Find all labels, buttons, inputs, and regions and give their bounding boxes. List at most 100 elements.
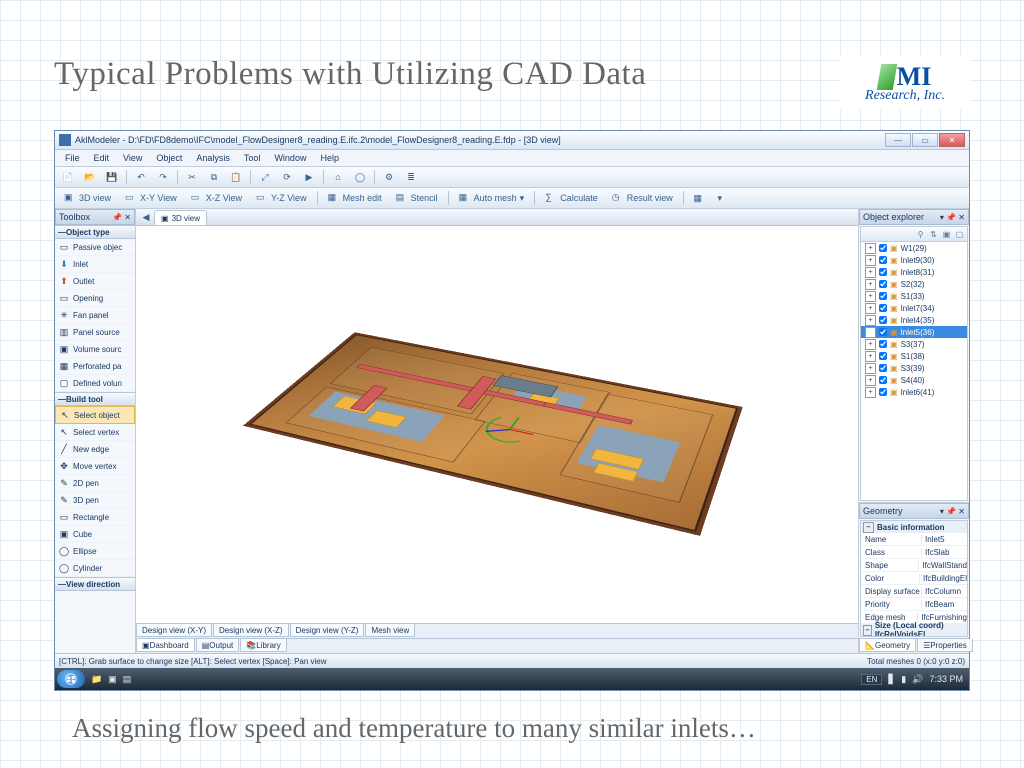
tool-defined-volume[interactable]: ▢Defined volun <box>55 375 135 392</box>
expand-icon[interactable]: + <box>865 339 876 350</box>
tree-visibility-checkbox[interactable] <box>879 280 887 288</box>
object-tree[interactable]: ⚲ ⇅ ▣ ▢ +▣W1(29)+▣Inlet9(30)+▣Inlet8(31)… <box>860 226 968 501</box>
bottom-tab-xz[interactable]: Design view (X-Z) <box>213 624 289 637</box>
menu-object[interactable]: Object <box>150 152 188 164</box>
tray-language[interactable]: EN <box>861 674 882 685</box>
expand-icon[interactable]: + <box>865 303 876 314</box>
tree-visibility-checkbox[interactable] <box>879 352 887 360</box>
view-tab-3d[interactable]: ▣3D view <box>154 210 207 225</box>
tree-node[interactable]: +▣S4(40) <box>861 374 967 386</box>
tool-new-edge[interactable]: ╱New edge <box>55 441 135 458</box>
tree-visibility-checkbox[interactable] <box>879 292 887 300</box>
stencil-button[interactable]: ▤Stencil <box>390 189 444 207</box>
expand-icon[interactable]: + <box>865 315 876 326</box>
close-button[interactable]: ✕ <box>939 133 965 147</box>
tree-node[interactable]: +▣Inlet6(41) <box>861 386 967 398</box>
expand-icon[interactable]: + <box>865 291 876 302</box>
tree-node[interactable]: +▣Inlet7(34) <box>861 302 967 314</box>
dock-tab-dashboard[interactable]: ▣ Dashboard <box>136 639 195 652</box>
tree-collapse-icon[interactable]: ▣ <box>941 229 952 240</box>
orbit-icon[interactable]: ◯ <box>350 168 370 186</box>
menu-edit[interactable]: Edit <box>88 152 116 164</box>
3d-canvas[interactable] <box>136 226 858 623</box>
property-value[interactable]: IfcWallStand <box>918 561 967 570</box>
tree-node[interactable]: +▣Inlet4(35) <box>861 314 967 326</box>
tree-visibility-checkbox[interactable] <box>879 388 887 396</box>
tool-perforated-panel[interactable]: ▦Perforated pa <box>55 358 135 375</box>
settings-icon[interactable]: ⚙ <box>379 168 399 186</box>
tray-network-icon[interactable]: ▮ <box>901 674 906 685</box>
tool-ellipse[interactable]: ◯Ellipse <box>55 543 135 560</box>
tree-expand-icon[interactable]: ▢ <box>954 229 965 240</box>
tree-visibility-checkbox[interactable] <box>879 328 887 336</box>
maximize-button[interactable]: ▭ <box>912 133 938 147</box>
expand-icon[interactable]: + <box>865 363 876 374</box>
expand-icon[interactable]: + <box>865 279 876 290</box>
tree-visibility-checkbox[interactable] <box>879 364 887 372</box>
props-section-basic[interactable]: –Basic information <box>861 521 967 533</box>
tree-filter-icon[interactable]: ⚲ <box>915 229 926 240</box>
tool-panel-source[interactable]: ▥Panel source <box>55 324 135 341</box>
tool-select-object[interactable]: ↖Select object <box>55 406 135 424</box>
tray-flag-icon[interactable]: ▋ <box>888 674 895 685</box>
expand-icon[interactable]: + <box>865 267 876 278</box>
tool-inlet[interactable]: ⬇Inlet <box>55 256 135 273</box>
expand-icon[interactable]: + <box>865 375 876 386</box>
tree-node[interactable]: +▣S3(39) <box>861 362 967 374</box>
auto-mesh-button[interactable]: ▦Auto mesh▾ <box>453 189 531 207</box>
tree-visibility-checkbox[interactable] <box>879 304 887 312</box>
dock-tab-library[interactable]: 📚 Library <box>240 639 286 652</box>
tool-3d-pen[interactable]: ✎3D pen <box>55 492 135 509</box>
right-tab-geometry[interactable]: 📐 Geometry <box>859 639 916 652</box>
open-file-icon[interactable]: 📂 <box>80 168 100 186</box>
tree-visibility-checkbox[interactable] <box>879 268 887 276</box>
props-section-size[interactable]: –Size (Local coord) IfcRelVoidsEl <box>861 624 967 636</box>
geometry-props[interactable]: –Basic information NameInlet5ClassIfcSla… <box>860 520 968 637</box>
bottom-tab-yz[interactable]: Design view (Y-Z) <box>290 624 365 637</box>
tool-passive-object[interactable]: ▭Passive objec <box>55 239 135 256</box>
tree-node[interactable]: +▣W1(29) <box>861 242 967 254</box>
cut-icon[interactable]: ✂ <box>182 168 202 186</box>
mesh-edit-button[interactable]: ▦Mesh edit <box>322 189 388 207</box>
copy-icon[interactable]: ⧉ <box>204 168 224 186</box>
tree-sort-icon[interactable]: ⇅ <box>928 229 939 240</box>
tree-node[interactable]: +▣S1(33) <box>861 290 967 302</box>
view-xz-button[interactable]: ▭X-Z View <box>185 189 248 207</box>
tree-visibility-checkbox[interactable] <box>879 316 887 324</box>
zoom-fit-icon[interactable]: ⤢ <box>255 168 275 186</box>
tool-move-vertex[interactable]: ✥Move vertex <box>55 458 135 475</box>
tree-node[interactable]: +▣Inlet5(36) <box>861 326 967 338</box>
tool-cube[interactable]: ▣Cube <box>55 526 135 543</box>
property-value[interactable]: IfcColumn <box>921 587 967 596</box>
property-value[interactable]: Inlet5 <box>921 535 967 544</box>
toolbox-section-view-direction[interactable]: — View direction <box>55 577 135 591</box>
tool-select-vertex[interactable]: ↖Select vertex <box>55 424 135 441</box>
view-tab-back-icon[interactable]: ◀ <box>138 210 154 225</box>
undo-icon[interactable]: ↶ <box>131 168 151 186</box>
expand-icon[interactable]: + <box>865 255 876 266</box>
tree-visibility-checkbox[interactable] <box>879 340 887 348</box>
tree-visibility-checkbox[interactable] <box>879 244 887 252</box>
minimize-button[interactable]: — <box>885 133 911 147</box>
tree-node[interactable]: +▣S2(32) <box>861 278 967 290</box>
right-tab-properties[interactable]: ☰ Properties <box>917 639 973 652</box>
tree-visibility-checkbox[interactable] <box>879 256 887 264</box>
tool-volume-source[interactable]: ▣Volume sourc <box>55 341 135 358</box>
refresh-icon[interactable]: ⟳ <box>277 168 297 186</box>
view-yz-button[interactable]: ▭Y-Z View <box>250 189 313 207</box>
tray-volume-icon[interactable]: 🔊 <box>912 674 923 685</box>
expand-icon[interactable]: + <box>865 243 876 254</box>
layers-icon[interactable]: ≣ <box>401 168 421 186</box>
view-xy-button[interactable]: ▭X-Y View <box>119 189 183 207</box>
tool-cylinder[interactable]: ◯Cylinder <box>55 560 135 577</box>
property-row[interactable]: PriorityIfcBeam <box>861 598 967 611</box>
menu-analysis[interactable]: Analysis <box>190 152 236 164</box>
menu-window[interactable]: Window <box>268 152 312 164</box>
task-misc-icon[interactable]: ▤ <box>123 674 132 685</box>
object-explorer-header[interactable]: Object explorer▾ 📌 ✕ <box>859 209 969 225</box>
task-explorer-icon[interactable]: 📁 <box>91 674 102 685</box>
tool-fan-panel[interactable]: ✳Fan panel <box>55 307 135 324</box>
toolbox-section-object-type[interactable]: — Object type <box>55 225 135 239</box>
tray-clock[interactable]: 7:33 PM <box>929 674 963 684</box>
pin-icon[interactable]: 📌 ✕ <box>112 213 131 222</box>
